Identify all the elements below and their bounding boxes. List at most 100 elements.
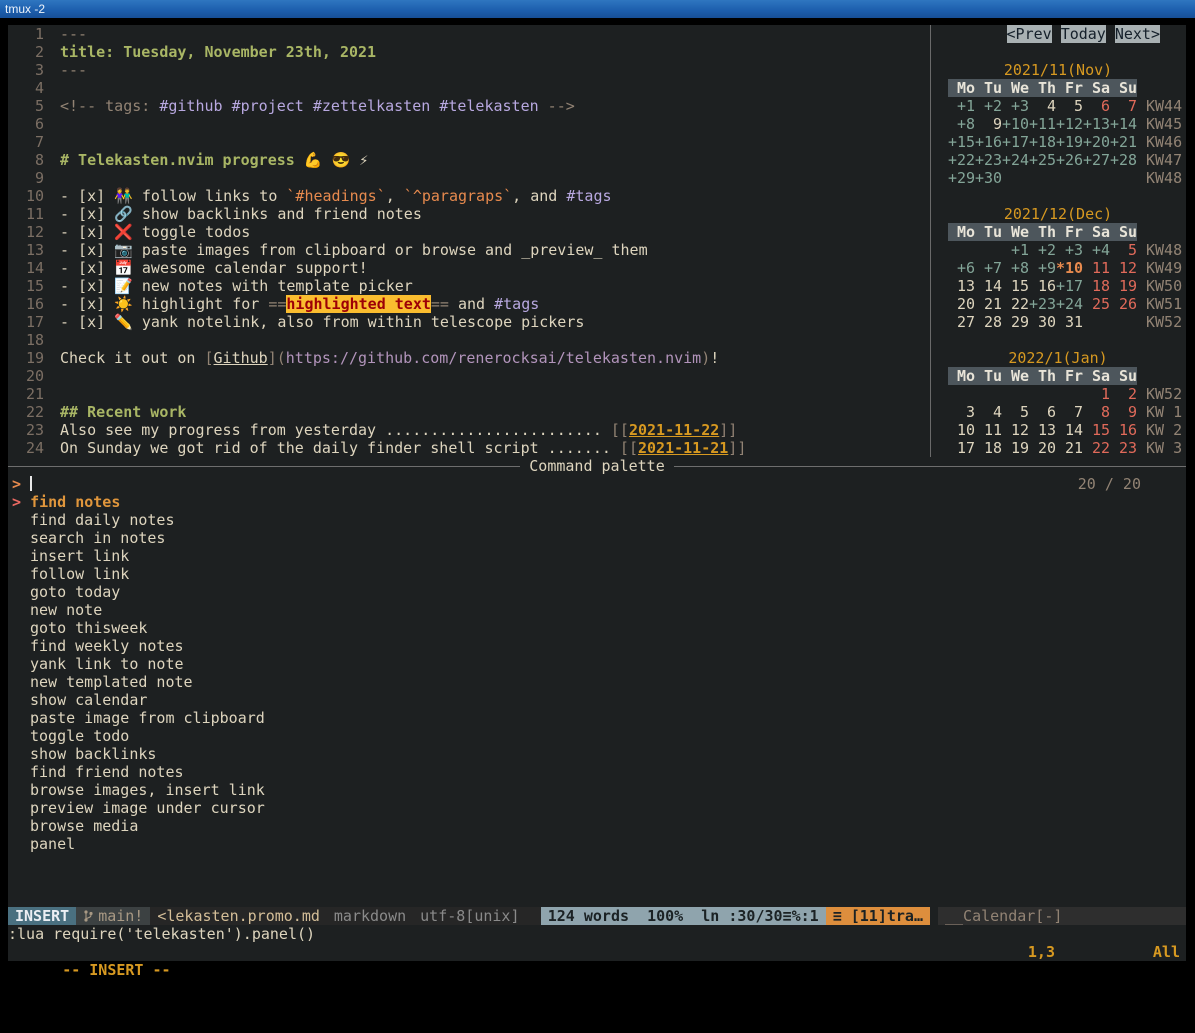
calendar-day[interactable]: +2 <box>1029 241 1056 259</box>
editor-line[interactable]: 20 <box>8 367 930 385</box>
calendar-day[interactable]: 21 <box>1056 439 1083 457</box>
calendar-day[interactable]: +9 <box>1029 259 1056 277</box>
palette-item[interactable]: find weekly notes <box>8 637 1186 655</box>
palette-item[interactable]: panel <box>8 835 1186 853</box>
calendar-day[interactable]: +13 <box>1083 115 1110 133</box>
calendar-day[interactable]: +17 <box>1056 277 1083 295</box>
editor-line[interactable]: 8# Telekasten.nvim progress 💪 😎 ⚡ <box>8 151 930 169</box>
calendar-day[interactable]: *10 <box>1056 259 1083 277</box>
palette-item[interactable]: insert link <box>8 547 1186 565</box>
calendar-day[interactable]: 22 <box>1002 295 1029 313</box>
palette-item[interactable]: preview image under cursor <box>8 799 1186 817</box>
calendar-day[interactable]: 16 <box>1029 277 1056 295</box>
calendar-day[interactable]: 5 <box>1002 403 1029 421</box>
calendar-day[interactable]: 2 <box>1110 385 1137 403</box>
calendar-day[interactable]: 27 <box>948 313 975 331</box>
calendar-day[interactable]: 19 <box>1110 277 1137 295</box>
calendar-day[interactable]: +29 <box>948 169 975 187</box>
next-button[interactable]: Next> <box>1115 25 1160 43</box>
calendar-day[interactable]: 17 <box>948 439 975 457</box>
calendar-day[interactable]: 22 <box>1083 439 1110 457</box>
today-button[interactable]: Today <box>1061 25 1106 43</box>
editor-line[interactable]: 17- [x] ✏️ yank notelink, also from with… <box>8 313 930 331</box>
calendar-day[interactable]: +12 <box>1056 115 1083 133</box>
editor-line[interactable]: 7 <box>8 133 930 151</box>
calendar-day[interactable]: +23 <box>975 151 1002 169</box>
calendar-day[interactable]: +16 <box>975 133 1002 151</box>
calendar-day[interactable]: 3 <box>948 403 975 421</box>
calendar-day[interactable]: +28 <box>1110 151 1137 169</box>
editor-line[interactable]: 1--- <box>8 25 930 43</box>
calendar-day[interactable]: 20 <box>1029 439 1056 457</box>
editor-line[interactable]: 22## Recent work <box>8 403 930 421</box>
calendar-day[interactable]: 15 <box>1083 421 1110 439</box>
editor-line[interactable]: 16- [x] ☀️ highlight for ==highlighted t… <box>8 295 930 313</box>
palette-selected-item[interactable]: > find notes <box>8 493 1186 511</box>
calendar-day[interactable]: +2 <box>975 97 1002 115</box>
calendar-pane[interactable]: <Prev Today Next> 2021/11(Nov)MoTuWeThFr… <box>930 25 1186 457</box>
calendar-day[interactable]: +1 <box>1002 241 1029 259</box>
calendar-day[interactable]: +8 <box>1002 259 1029 277</box>
editor-line[interactable]: 9 <box>8 169 930 187</box>
editor-line[interactable]: 15- [x] 📝 new notes with template picker <box>8 277 930 295</box>
calendar-day[interactable]: 29 <box>1002 313 1029 331</box>
palette-item[interactable]: new note <box>8 601 1186 619</box>
calendar-day[interactable]: +15 <box>948 133 975 151</box>
calendar-day[interactable]: 16 <box>1110 421 1137 439</box>
palette-item[interactable]: show calendar <box>8 691 1186 709</box>
calendar-day[interactable]: +6 <box>948 259 975 277</box>
calendar-day[interactable]: 13 <box>1029 421 1056 439</box>
calendar-day[interactable]: 13 <box>948 277 975 295</box>
palette-item[interactable]: show backlinks <box>8 745 1186 763</box>
calendar-day[interactable]: +17 <box>1002 133 1029 151</box>
calendar-day[interactable]: 11 <box>1083 259 1110 277</box>
calendar-day[interactable]: 7 <box>1056 403 1083 421</box>
calendar-day[interactable]: +22 <box>948 151 975 169</box>
editor-line[interactable]: 23Also see my progress from yesterday ..… <box>8 421 930 439</box>
calendar-day[interactable]: 9 <box>975 115 1002 133</box>
calendar-day[interactable]: 5 <box>1056 97 1083 115</box>
editor-line[interactable]: 21 <box>8 385 930 403</box>
editor-line[interactable]: 10- [x] 👫 follow links to `#headings`, `… <box>8 187 930 205</box>
palette-item[interactable]: browse images, insert link <box>8 781 1186 799</box>
calendar-day[interactable]: +24 <box>1002 151 1029 169</box>
editor-line[interactable]: 5<!-- tags: #github #project #zettelkast… <box>8 97 930 115</box>
command-line[interactable]: :lua require('telekasten').panel() <box>8 925 1186 943</box>
calendar-day[interactable]: +1 <box>948 97 975 115</box>
calendar-day[interactable]: +14 <box>1110 115 1137 133</box>
calendar-day[interactable]: 14 <box>1056 421 1083 439</box>
calendar-day[interactable]: +27 <box>1083 151 1110 169</box>
calendar-day[interactable]: 6 <box>1029 403 1056 421</box>
editor-line[interactable]: 4 <box>8 79 930 97</box>
calendar-day[interactable]: 21 <box>975 295 1002 313</box>
calendar-day[interactable]: +7 <box>975 259 1002 277</box>
palette-item[interactable]: goto thisweek <box>8 619 1186 637</box>
editor-line[interactable]: 18 <box>8 331 930 349</box>
editor-line[interactable]: 2title: Tuesday, November 23th, 2021 <box>8 43 930 61</box>
calendar-day[interactable]: +10 <box>1002 115 1029 133</box>
calendar-day[interactable]: 31 <box>1056 313 1083 331</box>
palette-item[interactable]: follow link <box>8 565 1186 583</box>
calendar-day[interactable]: 11 <box>975 421 1002 439</box>
calendar-day[interactable]: 25 <box>1083 295 1110 313</box>
editor-line[interactable]: 19Check it out on [Github](https://githu… <box>8 349 930 367</box>
calendar-day[interactable]: +11 <box>1029 115 1056 133</box>
palette-prompt[interactable]: > 20 / 20 <box>8 475 1186 493</box>
calendar-day[interactable]: +3 <box>1002 97 1029 115</box>
calendar-day[interactable]: 28 <box>975 313 1002 331</box>
calendar-day[interactable]: 12 <box>1002 421 1029 439</box>
calendar-day[interactable]: +25 <box>1029 151 1056 169</box>
prev-button[interactable]: <Prev <box>1007 25 1052 43</box>
calendar-day[interactable]: +21 <box>1110 133 1137 151</box>
calendar-day[interactable]: 4 <box>1029 97 1056 115</box>
calendar-day[interactable]: 10 <box>948 421 975 439</box>
editor-pane[interactable]: 1---2title: Tuesday, November 23th, 2021… <box>8 25 930 457</box>
calendar-day[interactable]: 7 <box>1110 97 1137 115</box>
calendar-day[interactable]: 18 <box>1083 277 1110 295</box>
calendar-day[interactable]: +8 <box>948 115 975 133</box>
palette-item[interactable]: yank link to note <box>8 655 1186 673</box>
calendar-day[interactable]: 23 <box>1110 439 1137 457</box>
editor-line[interactable]: 3--- <box>8 61 930 79</box>
calendar-day[interactable]: 26 <box>1110 295 1137 313</box>
palette-item[interactable]: browse media <box>8 817 1186 835</box>
